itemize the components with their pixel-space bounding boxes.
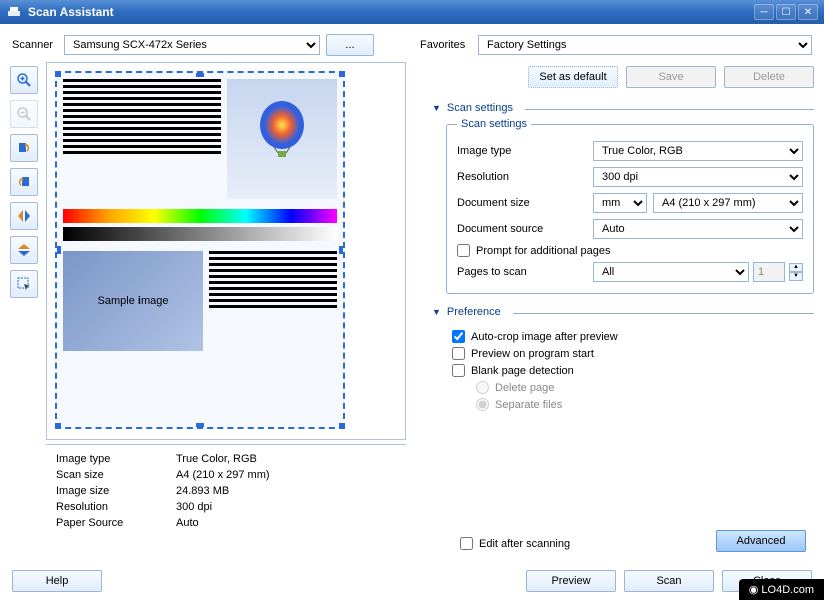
separate-files-radio: [476, 398, 489, 411]
scanner-select[interactable]: Samsung SCX-472x Series: [64, 35, 320, 55]
preference-header: Preference: [447, 306, 501, 318]
preview-button[interactable]: Preview: [526, 570, 616, 592]
window-maximize-button[interactable]: ☐: [776, 4, 796, 20]
edit-after-scanning-label: Edit after scanning: [479, 538, 570, 550]
favorites-label: Favorites: [420, 39, 472, 51]
info-resolution-value: 300 dpi: [176, 501, 396, 513]
preview-text-lines: [63, 79, 221, 199]
preview-sample-image: Sample image: [63, 251, 203, 351]
blank-detection-label: Blank page detection: [471, 365, 574, 377]
edit-after-scanning-checkbox[interactable]: [460, 537, 473, 550]
crop-handle[interactable]: [339, 71, 345, 77]
resolution-select[interactable]: 300 dpi: [593, 167, 803, 187]
preview-on-start-label: Preview on program start: [471, 348, 594, 360]
info-paper-source-label: Paper Source: [56, 517, 176, 529]
info-image-type-value: True Color, RGB: [176, 453, 396, 465]
scan-settings-legend: Scan settings: [457, 118, 531, 130]
site-badge: ◉ LO4D.com: [739, 579, 824, 600]
window-title: Scan Assistant: [28, 5, 754, 19]
blank-detection-checkbox[interactable]: [452, 364, 465, 377]
preview-on-start-checkbox[interactable]: [452, 347, 465, 360]
crop-handle[interactable]: [55, 246, 61, 254]
crop-handle[interactable]: [339, 246, 345, 254]
scan-info-panel: Image typeTrue Color, RGB Scan sizeA4 (2…: [46, 444, 406, 537]
delete-favorite-button[interactable]: Delete: [724, 66, 814, 88]
info-image-type-label: Image type: [56, 453, 176, 465]
save-favorite-button[interactable]: Save: [626, 66, 716, 88]
document-size-unit-select[interactable]: mm: [593, 193, 647, 213]
crop-handle[interactable]: [339, 423, 345, 429]
separate-files-label: Separate files: [495, 399, 562, 411]
preference-toggle[interactable]: ▼ Preference: [432, 302, 814, 322]
scanner-label: Scanner: [12, 39, 58, 51]
image-type-select[interactable]: True Color, RGB: [593, 141, 803, 161]
zoom-out-button[interactable]: [10, 100, 38, 128]
window-minimize-button[interactable]: ─: [754, 4, 774, 20]
document-source-label: Document source: [457, 223, 587, 235]
resolution-label: Resolution: [457, 171, 587, 183]
info-paper-source-value: Auto: [176, 517, 396, 529]
favorites-select[interactable]: Factory Settings: [478, 35, 812, 55]
collapse-icon: ▼: [432, 307, 441, 317]
pages-to-scan-select[interactable]: All: [593, 262, 749, 282]
app-icon: [6, 4, 22, 20]
crop-handle[interactable]: [55, 423, 61, 429]
document-source-select[interactable]: Auto: [593, 219, 803, 239]
scan-button[interactable]: Scan: [624, 570, 714, 592]
crop-selection[interactable]: Sample image: [55, 71, 345, 429]
preview-balloon-image: [227, 79, 337, 199]
set-default-button[interactable]: Set as default: [528, 66, 618, 88]
mirror-horizontal-button[interactable]: [10, 202, 38, 230]
help-button[interactable]: Help: [12, 570, 102, 592]
mirror-vertical-button[interactable]: [10, 236, 38, 264]
advanced-button[interactable]: Advanced: [716, 530, 806, 552]
prompt-additional-label: Prompt for additional pages: [476, 245, 611, 257]
rotate-left-button[interactable]: [10, 134, 38, 162]
zoom-in-button[interactable]: [10, 66, 38, 94]
scan-settings-toggle[interactable]: ▼ Scan settings: [432, 98, 814, 118]
info-image-size-label: Image size: [56, 485, 176, 497]
pages-spin-down[interactable]: ▼: [789, 272, 803, 281]
window-close-button[interactable]: ✕: [798, 4, 818, 20]
delete-page-radio: [476, 381, 489, 394]
crop-handle[interactable]: [196, 71, 204, 77]
window-titlebar: Scan Assistant ─ ☐ ✕: [0, 0, 824, 24]
pages-to-scan-label: Pages to scan: [457, 266, 587, 278]
pages-spin-up[interactable]: ▲: [789, 263, 803, 272]
tool-palette: [10, 62, 46, 554]
scan-settings-header: Scan settings: [447, 102, 513, 114]
selection-tool-button[interactable]: [10, 270, 38, 298]
info-scan-size-label: Scan size: [56, 469, 176, 481]
preview-text-lines-2: [209, 251, 337, 351]
preview-grayscale-bar: [63, 227, 337, 241]
autocrop-label: Auto-crop image after preview: [471, 331, 618, 343]
pages-count-input: [753, 262, 785, 282]
prompt-additional-checkbox[interactable]: [457, 244, 470, 257]
collapse-icon: ▼: [432, 103, 441, 113]
delete-page-label: Delete page: [495, 382, 554, 394]
preview-spectrum-bar: [63, 209, 337, 223]
image-type-label: Image type: [457, 145, 587, 157]
browse-scanner-button[interactable]: ...: [326, 34, 374, 56]
crop-handle[interactable]: [55, 71, 61, 77]
info-resolution-label: Resolution: [56, 501, 176, 513]
crop-handle[interactable]: [196, 423, 204, 429]
info-scan-size-value: A4 (210 x 297 mm): [176, 469, 396, 481]
preview-area[interactable]: Sample image: [46, 62, 406, 440]
document-size-label: Document size: [457, 197, 587, 209]
autocrop-checkbox[interactable]: [452, 330, 465, 343]
rotate-right-button[interactable]: [10, 168, 38, 196]
document-size-select[interactable]: A4 (210 x 297 mm): [653, 193, 803, 213]
info-image-size-value: 24.893 MB: [176, 485, 396, 497]
